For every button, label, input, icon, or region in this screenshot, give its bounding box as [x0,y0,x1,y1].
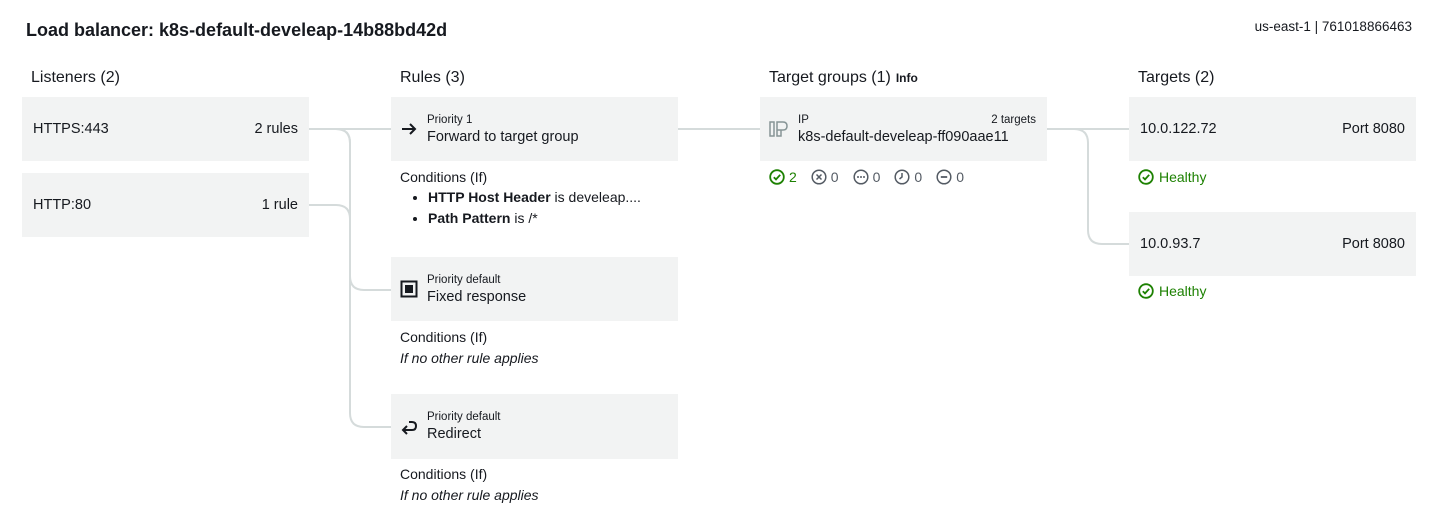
ip-icon [760,120,798,138]
listener-rules-count: 2 rules [254,121,298,137]
target-health-2: Healthy [1138,283,1206,299]
condition-host-header: HTTP Host Header is develeap.... [428,189,690,205]
target-ip: 10.0.122.72 [1140,121,1217,137]
minus-circle-icon [936,169,952,185]
rule-action: Forward to target group [427,128,579,145]
arrow-right-icon [391,122,427,136]
condition-value: is develeap.... [550,189,641,205]
conditions-list: HTTP Host Header is develeap.... Path Pa… [400,189,690,226]
condition-value: is /* [510,210,538,226]
listener-name: HTTPS:443 [33,121,109,137]
health-status: Healthy [1159,169,1207,185]
page-title: Load balancer: k8s-default-develeap-14b8… [26,20,448,40]
listener-name: HTTP:80 [33,197,92,213]
rule-conditions-2: Conditions (If) If no other rule applies [400,329,690,366]
connector-https-rule3 [309,128,391,428]
listener-card-https[interactable]: HTTPS:443 2 rules [22,97,309,161]
check-circle-icon [769,169,785,185]
redirect-icon [391,418,427,436]
clock-icon [894,169,910,185]
target-groups-heading: Target groups (1) Info [769,69,918,87]
rule-action: Redirect [427,426,481,442]
status-draining: 0 [936,169,964,185]
rule-card-priority-1[interactable]: Priority 1 Forward to target group [391,97,678,161]
target-group-status-row: 2 0 0 0 0 [769,169,964,185]
connector-http-rule [309,204,351,276]
conditions-title: Conditions (If) [400,169,488,185]
target-ip: 10.0.93.7 [1140,236,1201,252]
target-health-1: Healthy [1138,169,1206,185]
conditions-default-text: If no other rule applies [400,487,539,503]
target-group-name: k8s-default-develeap-ff090aae11 [798,128,1009,145]
condition-path-pattern: Path Pattern is /* [428,210,690,226]
listeners-heading: Listeners (2) [31,69,120,86]
unhealthy-count: 0 [830,169,839,185]
conditions-default-text: If no other rule applies [400,350,539,366]
listener-card-http[interactable]: HTTP:80 1 rule [22,173,309,237]
region-account: us-east-1 | 761018866463 [1254,19,1412,34]
check-circle-icon [1138,283,1154,299]
status-unhealthy: 0 [811,169,839,185]
rule-priority: Priority default [427,411,501,423]
target-groups-title: Target groups (1) [769,69,891,86]
rule-conditions-1: Conditions (If) HTTP Host Header is deve… [400,169,690,231]
rules-heading: Rules (3) [400,69,465,86]
target-port: Port 8080 [1342,121,1405,137]
ellipsis-circle-icon [853,169,869,185]
target-port: Port 8080 [1342,236,1405,252]
initial-count: 0 [914,169,923,185]
rule-card-fixed-response[interactable]: Priority default Fixed response [391,257,678,321]
x-circle-icon [811,169,827,185]
healthy-count: 2 [789,169,797,185]
connector-https-rule2 [309,128,391,291]
info-link[interactable]: Info [896,71,918,85]
targets-heading: Targets (2) [1138,69,1215,86]
conditions-title: Conditions (If) [400,329,488,345]
rule-conditions-3: Conditions (If) If no other rule applies [400,466,690,503]
target-group-count: 2 targets [991,113,1036,126]
rule-priority: Priority 1 [427,113,473,126]
connector-tg-target2 [1047,128,1129,245]
target-card-1[interactable]: 10.0.122.72 Port 8080 [1129,97,1416,161]
health-status: Healthy [1159,283,1207,299]
rule-action: Fixed response [427,288,527,305]
target-card-2[interactable]: 10.0.93.7 Port 8080 [1129,212,1416,276]
condition-key: Path Pattern [428,210,511,226]
unused-count: 0 [872,169,881,185]
status-healthy: 2 [769,169,797,185]
target-group-type: IP [798,113,809,126]
draining-count: 0 [956,169,964,185]
conditions-title: Conditions (If) [400,466,488,482]
condition-key: HTTP Host Header [428,189,551,205]
rule-priority: Priority default [427,273,501,286]
check-circle-icon [1138,169,1154,185]
target-group-card[interactable]: IP 2 targets k8s-default-develeap-ff090a… [760,97,1047,161]
rule-card-redirect[interactable]: Priority default Redirect [391,394,678,459]
status-unused: 0 [853,169,881,185]
listener-rules-count: 1 rule [261,197,298,213]
status-initial: 0 [894,169,922,185]
fixed-response-icon [391,280,427,298]
